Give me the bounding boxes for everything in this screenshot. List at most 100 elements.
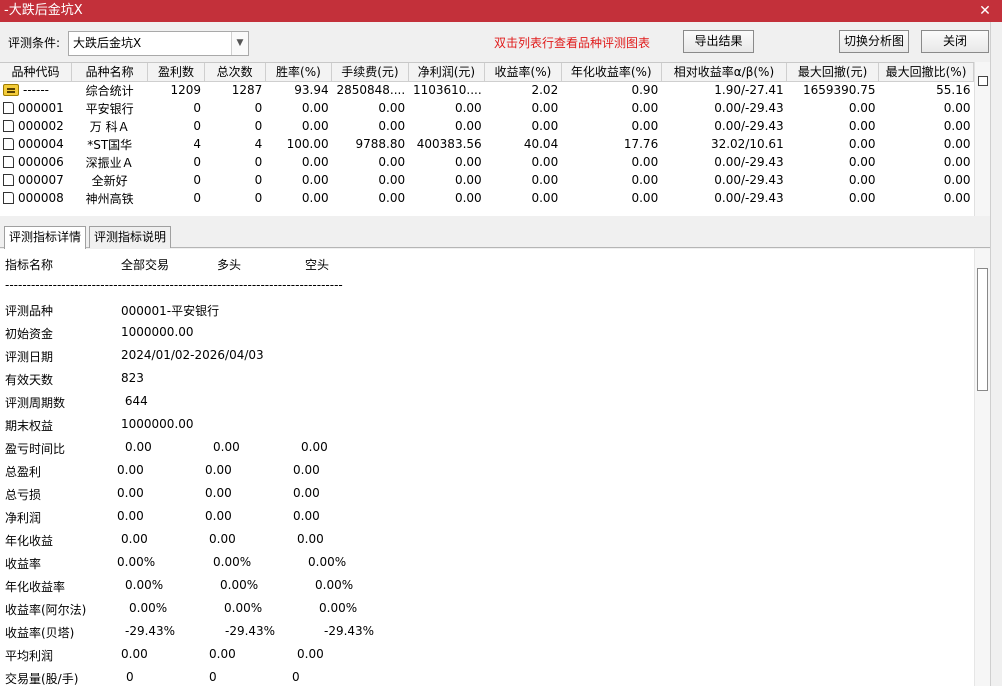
table-cell: 0.00 bbox=[631, 173, 659, 187]
document-icon bbox=[3, 138, 14, 150]
table-row[interactable]: 000007 全新好 0 0 0.00 0.00 0.00 0.00 0.00 0.00/-29.… bbox=[0, 171, 974, 189]
cell-text: 000004 bbox=[18, 137, 64, 151]
detail-header-cell: 指标名称 bbox=[5, 258, 54, 272]
table-cell: 0 bbox=[193, 191, 202, 205]
table-cell: 0.00 bbox=[848, 155, 876, 169]
table-cell: 0.00 bbox=[454, 173, 482, 187]
metric-value: 0.00 bbox=[125, 440, 152, 454]
column-header[interactable]: 品种代码 bbox=[0, 63, 72, 82]
detail-tabs: 评测指标详情 评测指标说明 bbox=[0, 224, 1002, 249]
table-cell: 0.00 bbox=[531, 191, 559, 205]
table-row[interactable]: 000004 *ST国华 4 4 100.00 9788.80 400383.56 40.04… bbox=[0, 135, 974, 153]
condition-select[interactable]: 大跌后金坑X ▼ bbox=[68, 31, 249, 56]
table-body: ------ 综合统计 1209 1287 93.94 2850848.... 110361… bbox=[0, 81, 974, 207]
table-cell: 9788.80 bbox=[355, 137, 406, 151]
metric-value: 0.00% bbox=[125, 578, 164, 592]
table-cell: 0.00 bbox=[454, 119, 482, 133]
close-button[interactable]: 关闭 bbox=[921, 30, 989, 53]
metric-value: 0.00 bbox=[297, 647, 324, 661]
table-cell: 0.00 bbox=[454, 155, 482, 169]
column-header[interactable]: 收益率(%) bbox=[484, 63, 562, 82]
table-scrollbar[interactable] bbox=[974, 62, 991, 216]
table-cell: 0.00 bbox=[378, 173, 406, 187]
metric-value: 0 bbox=[209, 670, 217, 684]
table-row[interactable]: 000002 万 科Ａ 0 0 0.00 0.00 0.00 0.00 0.00 0.00/-29… bbox=[0, 117, 974, 135]
switch-chart-button[interactable]: 切换分析图 bbox=[839, 30, 909, 53]
column-header[interactable]: 相对收益率α/β(%) bbox=[661, 63, 788, 82]
table-cell: 4 bbox=[254, 137, 263, 151]
metric-label: 收益率 bbox=[5, 557, 42, 571]
table-row[interactable]: 000001 平安银行 0 0 0.00 0.00 0.00 0.00 0.00 0.00/-29… bbox=[0, 99, 974, 117]
detail-scrollbar[interactable] bbox=[974, 249, 990, 686]
tab-metric-details[interactable]: 评测指标详情 bbox=[4, 226, 87, 249]
info-value: 1000000.00 bbox=[121, 325, 194, 339]
metric-value: 0.00 bbox=[301, 440, 328, 454]
export-button[interactable]: 导出结果 bbox=[683, 30, 754, 53]
table-cell: 0.00/-29.43 bbox=[714, 173, 784, 187]
table-cell: 1659390.75 bbox=[803, 83, 876, 98]
metric-value: 0.00 bbox=[117, 486, 144, 500]
chevron-down-icon[interactable]: ▼ bbox=[231, 32, 248, 55]
column-header[interactable]: 盈利数 bbox=[147, 63, 205, 82]
column-header[interactable]: 最大回撤比(%) bbox=[878, 63, 974, 82]
metric-value: 0.00 bbox=[205, 486, 232, 500]
table-cell: ------ bbox=[0, 81, 71, 99]
table-cell: 0.00 bbox=[531, 101, 559, 115]
table-cell: 000001 bbox=[0, 99, 71, 117]
table-cell: 0 bbox=[254, 191, 263, 205]
table-cell: 0.00 bbox=[378, 191, 406, 205]
table-cell: 深振业Ａ bbox=[85, 155, 134, 170]
table-cell: 1.90/-27.41 bbox=[714, 83, 784, 98]
column-header[interactable]: 胜率(%) bbox=[265, 63, 333, 82]
table-row[interactable]: ------ 综合统计 1209 1287 93.94 2850848.... 110361… bbox=[0, 81, 974, 99]
table-cell: 0.00 bbox=[848, 191, 876, 205]
table-cell: 0.00 bbox=[378, 119, 406, 133]
column-header[interactable]: 年化收益率(%) bbox=[561, 63, 662, 82]
table-row[interactable]: 000006 深振业Ａ 0 0 0.00 0.00 0.00 0.00 0.00 0.00/-29… bbox=[0, 153, 974, 171]
table-cell: 0.00 bbox=[531, 155, 559, 169]
info-value: 1000000.00 bbox=[121, 417, 194, 431]
table-cell: 0 bbox=[254, 155, 263, 169]
scrollbar-thumb[interactable] bbox=[977, 268, 988, 391]
column-header[interactable]: 品种名称 bbox=[71, 63, 149, 82]
column-header[interactable]: 总次数 bbox=[204, 63, 266, 82]
scroll-corner-box[interactable] bbox=[978, 76, 988, 86]
table-cell: 0.00 bbox=[378, 101, 406, 115]
metric-label: 收益率(阿尔法) bbox=[5, 603, 87, 617]
table-cell: 0.00 bbox=[301, 101, 329, 115]
metric-value: 0.00 bbox=[205, 509, 232, 523]
table-cell: 40.04 bbox=[523, 137, 559, 151]
metric-value: 0.00 bbox=[209, 647, 236, 661]
column-header[interactable]: 净利润(元) bbox=[408, 63, 486, 82]
app-window: -大跌后金坑X ✕ 评测条件: 大跌后金坑X ▼ 双击列表行查看品种评测图表 导… bbox=[0, 0, 1002, 686]
table-cell: 0.00 bbox=[454, 101, 482, 115]
metric-value: 0.00% bbox=[117, 555, 156, 569]
metric-value: 0.00 bbox=[293, 486, 320, 500]
table-cell: 0.00 bbox=[943, 155, 971, 169]
table-row[interactable]: 000008 神州高铁 0 0 0.00 0.00 0.00 0.00 0.00 0.00/-29… bbox=[0, 189, 974, 207]
info-label: 期末权益 bbox=[5, 419, 54, 433]
table-cell: 0.00 bbox=[454, 191, 482, 205]
table-cell: 0 bbox=[193, 155, 202, 169]
document-icon bbox=[3, 120, 14, 132]
close-icon[interactable]: ✕ bbox=[976, 0, 994, 22]
cell-text: ------ bbox=[23, 83, 49, 98]
table-cell: 0 bbox=[193, 173, 202, 187]
table-cell: 0 bbox=[193, 119, 202, 133]
table-cell: 0.00 bbox=[301, 155, 329, 169]
metric-value: 0.00 bbox=[117, 463, 144, 477]
table-cell: 17.76 bbox=[623, 137, 659, 151]
table-cell: 0.00 bbox=[631, 191, 659, 205]
info-value: 000001-平安银行 bbox=[121, 304, 220, 318]
tab-metric-explanation[interactable]: 评测指标说明 bbox=[89, 226, 172, 248]
document-icon bbox=[3, 102, 14, 114]
table-cell: 全新好 bbox=[91, 173, 128, 188]
metric-value: 0.00% bbox=[224, 601, 263, 615]
table-cell: 000007 bbox=[0, 171, 71, 189]
metric-value: -29.43% bbox=[225, 624, 276, 638]
column-header[interactable]: 手续费(元) bbox=[331, 63, 409, 82]
info-label: 评测日期 bbox=[5, 350, 54, 364]
column-header[interactable]: 最大回撤(元) bbox=[786, 63, 880, 82]
table-cell: 万 科Ａ bbox=[89, 119, 130, 134]
table-cell: 0.00 bbox=[631, 101, 659, 115]
